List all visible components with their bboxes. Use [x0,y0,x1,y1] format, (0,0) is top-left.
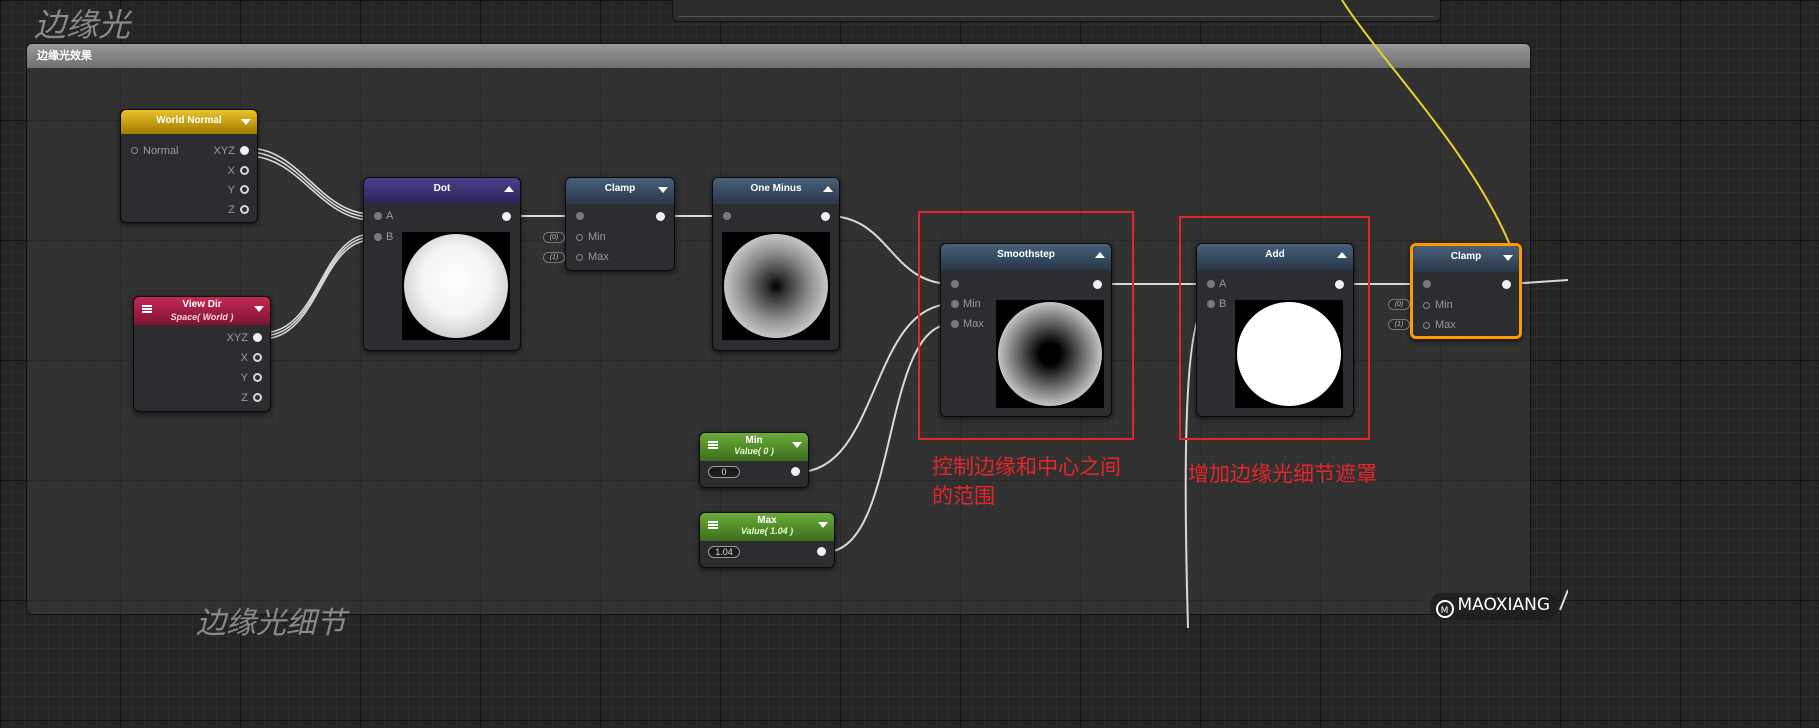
max-value-field[interactable]: 1.04 [708,546,740,558]
max-value-output-pin[interactable] [817,547,826,556]
rim-light-group-header[interactable]: 边缘光效果 [27,44,1530,68]
smoothstep-annotation-line2: 的范围 [932,484,995,508]
maoxiang-logo-icon: M [1435,600,1454,618]
min-value-title: Min [745,435,763,446]
view-dir-title: View Dir [182,299,222,310]
clamp-header-1[interactable]: Clamp [566,178,674,204]
max-input-pin[interactable] [576,254,583,261]
b-input-label: B [386,231,394,243]
y-output-pin[interactable] [240,185,249,194]
watermark: M MAOXIANG [1429,593,1558,620]
collapse-arrow-icon[interactable] [1503,255,1513,261]
collapse-arrow-icon[interactable] [818,522,828,528]
menu-icon[interactable] [708,441,718,449]
clamp-title-1: Clamp [604,183,636,194]
max-input-label: Max [588,251,609,263]
group-title-rim-light: 边缘光 [34,6,131,44]
min-value-field[interactable]: 0 [708,466,740,478]
xyz-output-label: XYZ [213,145,235,157]
x-output-pin[interactable] [240,166,249,175]
min-value-header[interactable]: Min Value( 0 ) [700,433,808,461]
dot-header[interactable]: Dot [364,178,520,204]
y-output-label: Y [227,184,235,196]
clamp-value-input-pin[interactable] [576,212,584,220]
y-output-pin[interactable] [253,373,262,382]
clamp-value-input-pin[interactable] [1423,280,1431,288]
one-minus-input-pin[interactable] [723,212,731,220]
upper-group-frame [672,0,1441,22]
add-annotation-text: 增加边缘光细节遮罩 [1188,462,1377,486]
b-input-pin[interactable] [374,233,382,241]
collapse-arrow-icon[interactable] [254,306,264,312]
max-value-subtitle: Value( 1.04 ) [740,526,794,536]
min-value-output-pin[interactable] [791,467,800,476]
min-input-label: Min [588,231,606,243]
normal-input-label: Normal [143,145,179,157]
min-input-pin[interactable] [1423,302,1430,309]
collapse-arrow-icon[interactable] [823,186,833,192]
collapse-arrow-icon[interactable] [504,186,514,192]
add-annotation-box [1179,216,1370,440]
a-input-pin[interactable] [374,212,382,220]
one-minus-header[interactable]: One Minus [713,178,839,204]
xyz-output-label: XYZ [226,332,248,344]
one-minus-node[interactable]: One Minus [712,177,840,351]
watermark-text: MAOXIANG [1457,595,1550,615]
max-value-node[interactable]: Max Value( 1.04 ) 1.04 [699,512,835,568]
a-input-label: A [386,210,394,222]
x-output-label: X [227,165,235,177]
z-output-label: Z [228,204,235,216]
xyz-output-pin[interactable] [240,146,249,155]
clamp-node-1[interactable]: Clamp Min Max [565,177,675,271]
clamp2-min-default-tag[interactable]: (0) [1388,299,1410,310]
dot-node[interactable]: Dot A B [363,177,521,351]
normal-input-pin[interactable] [131,147,138,154]
one-minus-preview [722,232,830,340]
world-normal-node[interactable]: World Normal Normal XYZ X Y Z [120,109,258,223]
min-input-label: Min [1435,299,1453,311]
max-value-header[interactable]: Max Value( 1.04 ) [700,513,834,541]
dot-output-pin[interactable] [502,212,511,221]
one-minus-title: One Minus [750,183,802,194]
view-dir-header[interactable]: View Dir Space( World ) [134,297,270,325]
collapse-arrow-icon[interactable] [241,119,251,125]
clamp-min-default-tag[interactable]: (0) [543,232,565,243]
collapse-arrow-icon[interactable] [658,187,668,193]
group-title-rim-detail: 边缘光细节 [196,606,346,641]
view-dir-node[interactable]: View Dir Space( World ) XYZ X Y Z [133,296,271,412]
smoothstep-annotation-box [918,211,1134,440]
clamp-title-2: Clamp [1450,251,1482,262]
xyz-output-pin[interactable] [253,333,262,342]
max-value-title: Max [757,515,777,526]
x-output-pin[interactable] [253,353,262,362]
view-dir-subtitle: Space( World ) [170,312,234,322]
min-value-node[interactable]: Min Value( 0 ) 0 [699,432,809,488]
max-input-label: Max [1435,319,1456,331]
menu-icon[interactable] [708,521,718,529]
clamp2-max-default-tag[interactable]: (1) [1388,319,1410,330]
clamp-output-pin[interactable] [656,212,665,221]
clamp-max-default-tag[interactable]: (1) [543,252,565,263]
one-minus-output-pin[interactable] [821,212,830,221]
preview-sphere [404,234,508,338]
smoothstep-annotation-line1: 控制边缘和中心之间 [932,455,1121,479]
dot-title: Dot [433,183,451,194]
clamp-node-2[interactable]: Clamp Min Max [1410,243,1522,339]
collapse-arrow-icon[interactable] [792,442,802,448]
dot-preview [402,232,510,340]
menu-icon[interactable] [142,305,152,313]
z-output-pin[interactable] [240,205,249,214]
x-output-label: X [240,352,248,364]
min-input-pin[interactable] [576,234,583,241]
world-normal-title: World Normal [156,115,222,126]
y-output-label: Y [240,372,248,384]
max-input-pin[interactable] [1423,322,1430,329]
preview-sphere [724,234,828,338]
world-normal-header[interactable]: World Normal [121,110,257,134]
z-output-label: Z [241,392,248,404]
z-output-pin[interactable] [253,393,262,402]
clamp-output-pin[interactable] [1502,280,1511,289]
clamp-header-2[interactable]: Clamp [1413,246,1519,272]
